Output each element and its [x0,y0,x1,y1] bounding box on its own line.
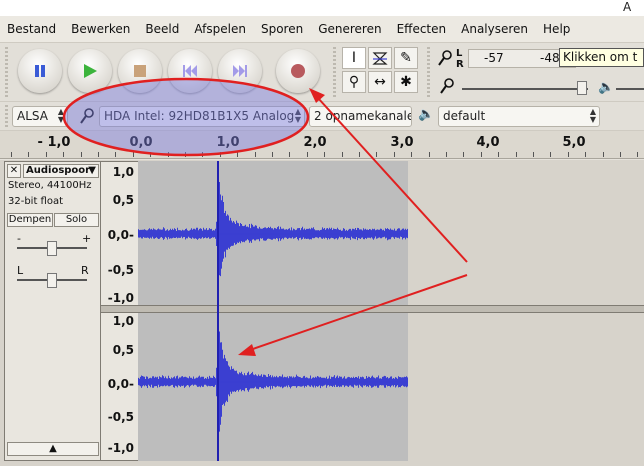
annotation-arrowhead [309,88,325,103]
annotation-arrowhead [238,344,256,356]
annotation-arrow-line [249,274,468,351]
annotation-overlay [62,77,468,356]
annotation-arrow-line [317,97,468,263]
highlight-ellipse [62,77,310,157]
